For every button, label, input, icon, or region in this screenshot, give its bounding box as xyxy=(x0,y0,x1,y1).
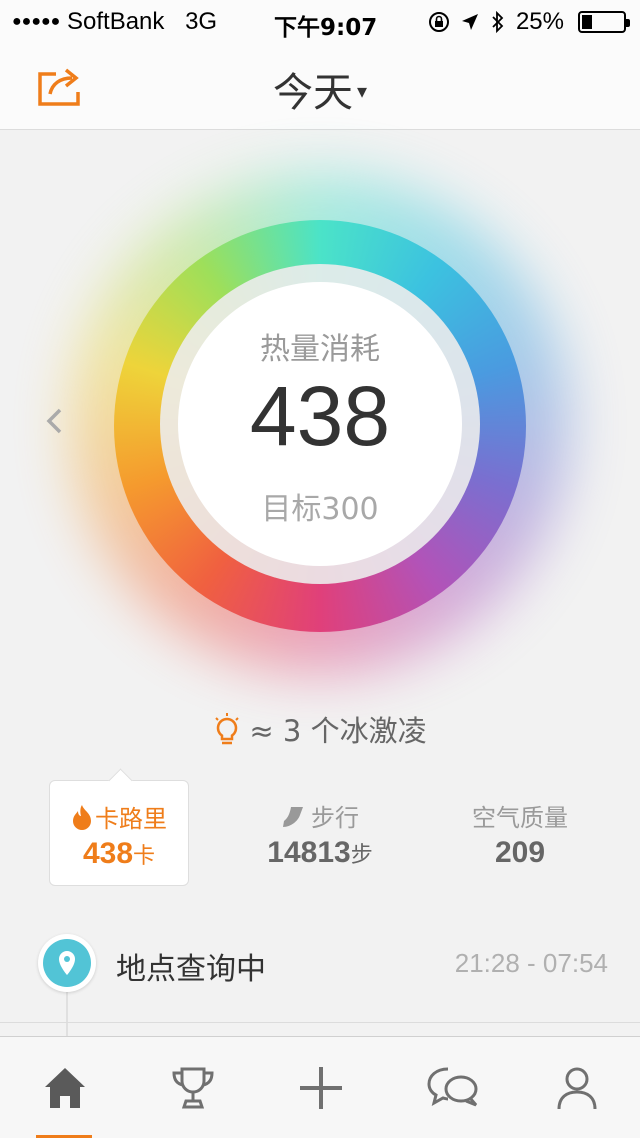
tab-bar xyxy=(0,1036,640,1138)
chat-icon xyxy=(427,1067,478,1107)
date-selector[interactable]: 今天 ▾ xyxy=(0,60,640,118)
lightbulb-icon xyxy=(213,713,241,754)
previous-day-button[interactable] xyxy=(40,406,70,436)
carrier-label: SoftBank xyxy=(67,8,165,35)
divider xyxy=(0,1022,640,1023)
location-arrow-icon xyxy=(461,14,478,30)
stat-steps[interactable]: 步行 14813步 xyxy=(250,780,390,886)
rotation-lock-icon xyxy=(428,12,449,32)
home-icon xyxy=(45,1068,85,1108)
tab-messages[interactable] xyxy=(384,1037,512,1138)
calorie-goal: 目标300 xyxy=(261,492,379,527)
plus-icon xyxy=(300,1067,342,1109)
location-status: 地点查询中 xyxy=(116,952,266,987)
stat-steps-label: 步行 xyxy=(250,798,390,835)
nav-bar: 今天 ▾ xyxy=(0,44,640,130)
timeline-line xyxy=(66,990,68,1036)
battery-percent: 25% xyxy=(515,8,564,35)
calorie-value: 438 xyxy=(249,369,391,463)
battery-icon xyxy=(578,11,630,33)
bluetooth-icon xyxy=(492,10,504,34)
tab-profile[interactable] xyxy=(512,1037,640,1138)
tab-achievements[interactable] xyxy=(128,1037,256,1138)
stat-air-quality-label: 空气质量 xyxy=(472,804,568,832)
tab-add[interactable] xyxy=(256,1037,384,1138)
tab-home[interactable] xyxy=(0,1037,128,1138)
trophy-icon xyxy=(172,1067,214,1109)
stats-row: 卡路里 438卡 步行 14813步 空气质量 209 xyxy=(0,780,640,890)
calorie-ring-panel: 热量消耗 438 目标300 xyxy=(0,130,640,710)
tip-text: ≈ 3 个冰激凌 xyxy=(249,714,427,748)
stat-steps-value: 14813步 xyxy=(267,836,373,869)
stat-calories[interactable]: 卡路里 438卡 xyxy=(49,780,189,886)
page-title: 今天 xyxy=(272,70,353,116)
chevron-left-icon xyxy=(46,408,62,434)
stat-calories-label: 卡路里 xyxy=(50,799,188,836)
ring-label: 热量消耗 xyxy=(260,332,380,367)
chevron-down-icon: ▾ xyxy=(356,79,368,103)
flame-icon xyxy=(71,804,93,836)
network-type: 3G xyxy=(185,8,218,35)
shoe-icon xyxy=(281,805,309,835)
status-left: ●●●●● SoftBank 3G xyxy=(12,8,217,36)
stat-calories-value: 438卡 xyxy=(82,837,156,870)
person-icon xyxy=(557,1067,597,1110)
status-time: 下午9:07 xyxy=(274,15,378,41)
status-right: 25% xyxy=(428,8,630,36)
location-pin-icon xyxy=(59,951,75,975)
stat-air-quality[interactable]: 空气质量 209 xyxy=(450,780,590,886)
battery-fill xyxy=(582,15,592,29)
location-time-range: 21:28 - 07:54 xyxy=(454,948,608,978)
signal-strength-icon: ●●●●● xyxy=(12,13,61,30)
location-marker[interactable] xyxy=(38,934,96,992)
calorie-equivalent-tip: ≈ 3 个冰激凌 xyxy=(0,708,640,754)
status-bar: ●●●●● SoftBank 3G 下午9:07 25% xyxy=(0,0,640,44)
stat-air-quality-value: 209 xyxy=(494,836,546,869)
